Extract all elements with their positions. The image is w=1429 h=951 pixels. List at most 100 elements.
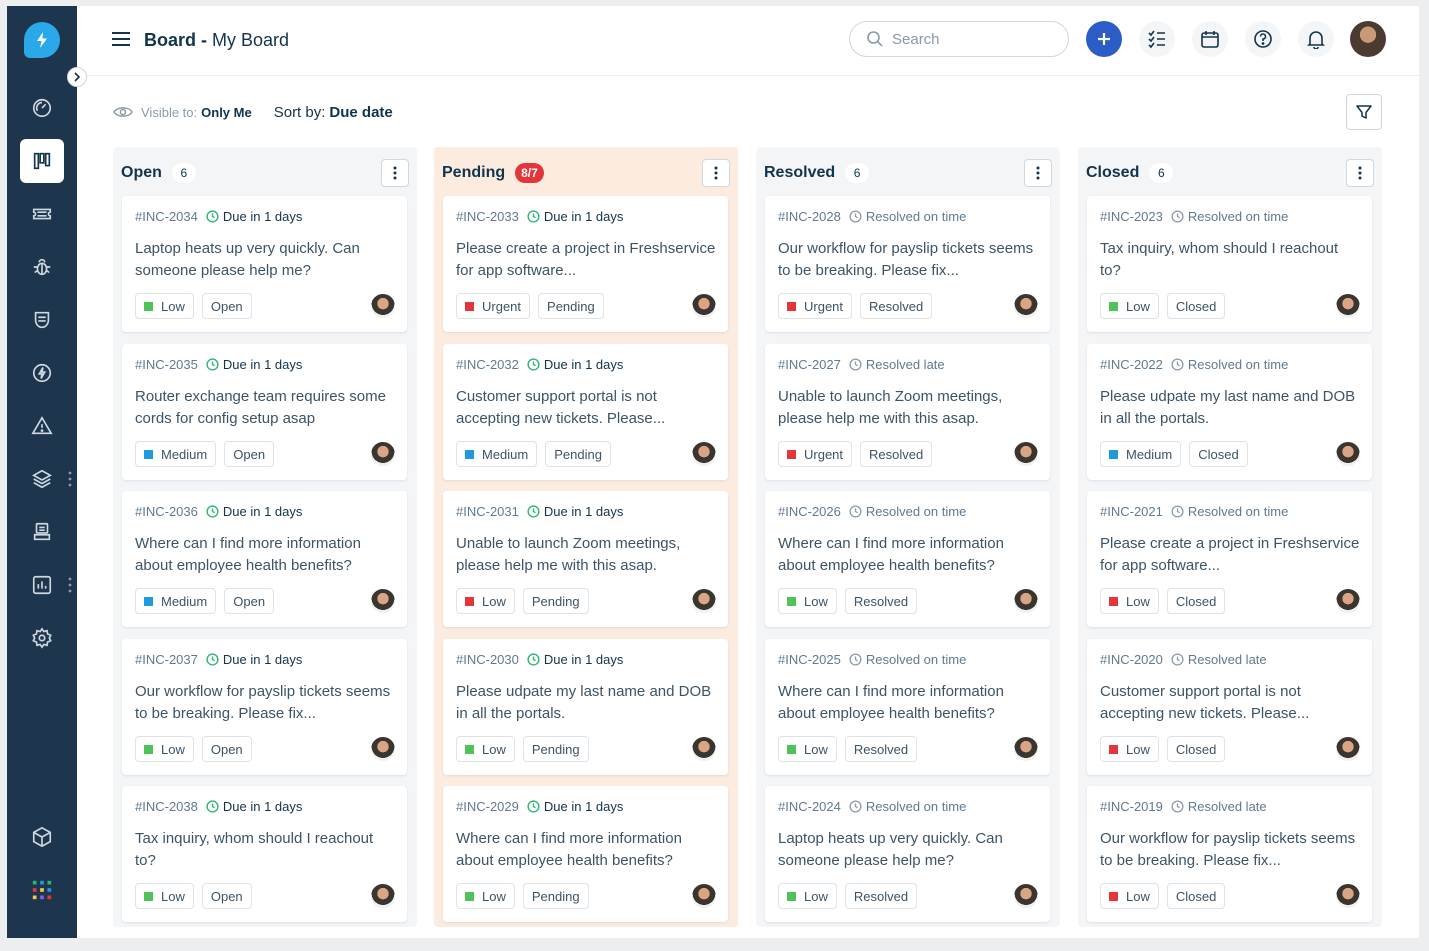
assignee-avatar[interactable] — [692, 737, 716, 761]
priority-tag[interactable]: Medium — [456, 441, 538, 467]
sort-value[interactable]: Due date — [329, 104, 392, 121]
add-new-button[interactable] — [1086, 21, 1122, 57]
ticket-subject[interactable]: Laptop heats up very quickly. Can someon… — [135, 238, 395, 282]
assignee-avatar[interactable] — [371, 884, 395, 908]
ticket-subject[interactable]: Customer support portal is not accepting… — [456, 386, 716, 430]
ticket-card[interactable]: #INC-2028 Resolved on time Our workflow fo… — [765, 196, 1050, 332]
board-icon[interactable] — [20, 139, 64, 183]
ticket-subject[interactable]: Tax inquiry, whom should I reachout to? — [135, 828, 395, 872]
ticket-subject[interactable]: Unable to launch Zoom meetings, please h… — [778, 386, 1038, 430]
more-dots-icon[interactable] — [68, 471, 72, 487]
priority-tag[interactable]: Low — [135, 736, 194, 762]
ticket-subject[interactable]: Where can I find more information about … — [456, 828, 716, 872]
assignee-avatar[interactable] — [1014, 737, 1038, 761]
ticket-card[interactable]: #INC-2033 Due in 1 days Please create a pr… — [443, 196, 728, 332]
notifications-button[interactable] — [1298, 21, 1334, 57]
ticket-id[interactable]: #INC-2028 — [778, 209, 841, 224]
priority-tag[interactable]: Low — [135, 293, 194, 319]
filter-button[interactable] — [1346, 94, 1382, 130]
ticket-card[interactable]: #INC-2021 Resolved on time Please create a… — [1087, 491, 1372, 627]
user-avatar[interactable] — [1350, 21, 1386, 57]
assets-icon[interactable] — [20, 510, 64, 554]
assignee-avatar[interactable] — [1336, 442, 1360, 466]
state-tag[interactable]: Pending — [522, 883, 589, 909]
ticket-card[interactable]: #INC-2034 Due in 1 days Laptop heats up ve… — [122, 196, 407, 332]
ticket-id[interactable]: #INC-2029 — [456, 799, 519, 814]
priority-tag[interactable]: Low — [1100, 736, 1159, 762]
ticket-subject[interactable]: Customer support portal is not accepting… — [1100, 681, 1360, 725]
search-input[interactable] — [892, 30, 1052, 48]
ticket-card[interactable]: #INC-2032 Due in 1 days Customer support p… — [443, 344, 728, 480]
ticket-subject[interactable]: Please udpate my last name and DOB in al… — [456, 681, 716, 725]
ticket-subject[interactable]: Please udpate my last name and DOB in al… — [1100, 386, 1360, 430]
state-tag[interactable]: Resolved — [844, 883, 918, 909]
ticket-card[interactable]: #INC-2031 Due in 1 days Unable to launch Z… — [443, 491, 728, 627]
assignee-avatar[interactable] — [692, 294, 716, 318]
column-menu-button[interactable] — [381, 159, 409, 187]
state-tag[interactable]: Pending — [545, 441, 611, 467]
column-menu-button[interactable] — [1346, 159, 1374, 187]
ticket-card[interactable]: #INC-2022 Resolved on time Please udpate m… — [1087, 344, 1372, 480]
state-tag[interactable]: Pending — [522, 736, 589, 762]
ticket-card[interactable]: #INC-2029 Due in 1 days Where can I find m… — [443, 786, 728, 922]
state-tag[interactable]: Pending — [522, 588, 589, 614]
ticket-id[interactable]: #INC-2026 — [778, 504, 841, 519]
reports-icon[interactable] — [20, 563, 64, 607]
ticket-card[interactable]: #INC-2025 Resolved on time Where can I fin… — [765, 639, 1050, 775]
state-tag[interactable]: Resolved — [844, 588, 918, 614]
ticket-card[interactable]: #INC-2026 Resolved on time Where can I fin… — [765, 491, 1050, 627]
ticket-card[interactable]: #INC-2020 Resolved late Customer support p… — [1087, 639, 1372, 775]
state-tag[interactable]: Open — [201, 736, 252, 762]
column-menu-button[interactable] — [702, 159, 730, 187]
priority-tag[interactable]: Low — [135, 883, 194, 909]
ticket-id[interactable]: #INC-2038 — [135, 799, 198, 814]
state-tag[interactable]: Open — [224, 441, 275, 467]
todo-list-button[interactable] — [1139, 21, 1175, 57]
assignee-avatar[interactable] — [1014, 294, 1038, 318]
state-tag[interactable]: Closed — [1166, 736, 1226, 762]
apps-grid-icon[interactable] — [20, 868, 64, 912]
ticket-card[interactable]: #INC-2024 Resolved on time Laptop heats up… — [765, 786, 1050, 922]
ticket-subject[interactable]: Please create a project in Freshservice … — [456, 238, 716, 282]
tickets-icon[interactable] — [20, 192, 64, 236]
assignee-avatar[interactable] — [371, 442, 395, 466]
ticket-id[interactable]: #INC-2019 — [1100, 799, 1163, 814]
ticket-id[interactable]: #INC-2021 — [1100, 504, 1163, 519]
ticket-id[interactable]: #INC-2025 — [778, 652, 841, 667]
search-box[interactable] — [849, 21, 1069, 57]
ticket-subject[interactable]: Unable to launch Zoom meetings, please h… — [456, 533, 716, 577]
ticket-card[interactable]: #INC-2019 Resolved late Our workflow for p… — [1087, 786, 1372, 922]
ticket-id[interactable]: #INC-2032 — [456, 357, 519, 372]
ticket-id[interactable]: #INC-2020 — [1100, 652, 1163, 667]
assignee-avatar[interactable] — [371, 589, 395, 613]
shield-icon[interactable] — [20, 298, 64, 342]
priority-tag[interactable]: Low — [778, 736, 837, 762]
dashboard-icon[interactable] — [20, 86, 64, 130]
priority-tag[interactable]: Medium — [1100, 441, 1182, 467]
priority-tag[interactable]: Urgent — [778, 441, 853, 467]
state-tag[interactable]: Pending — [538, 293, 604, 319]
ticket-id[interactable]: #INC-2030 — [456, 652, 519, 667]
priority-tag[interactable]: Low — [1100, 883, 1159, 909]
state-tag[interactable]: Open — [224, 588, 275, 614]
state-tag[interactable]: Open — [201, 293, 252, 319]
hamburger-menu-icon[interactable] — [112, 31, 130, 47]
alert-triangle-icon[interactable] — [20, 404, 64, 448]
assignee-avatar[interactable] — [692, 442, 716, 466]
state-tag[interactable]: Open — [201, 883, 252, 909]
state-tag[interactable]: Closed — [1166, 293, 1226, 319]
priority-tag[interactable]: Low — [456, 736, 515, 762]
assignee-avatar[interactable] — [692, 589, 716, 613]
ticket-subject[interactable]: Where can I find more information about … — [778, 533, 1038, 577]
ticket-id[interactable]: #INC-2037 — [135, 652, 198, 667]
ticket-card[interactable]: #INC-2036 Due in 1 days Where can I find m… — [122, 491, 407, 627]
assignee-avatar[interactable] — [1336, 884, 1360, 908]
state-tag[interactable]: Closed — [1166, 588, 1226, 614]
state-tag[interactable]: Closed — [1189, 441, 1248, 467]
help-button[interactable] — [1245, 21, 1281, 57]
ticket-subject[interactable]: Tax inquiry, whom should I reachout to? — [1100, 238, 1360, 282]
priority-tag[interactable]: Medium — [135, 441, 217, 467]
ticket-subject[interactable]: Where can I find more information about … — [135, 533, 395, 577]
priority-tag[interactable]: Low — [456, 588, 515, 614]
ticket-card[interactable]: #INC-2023 Resolved on time Tax inquiry, wh… — [1087, 196, 1372, 332]
